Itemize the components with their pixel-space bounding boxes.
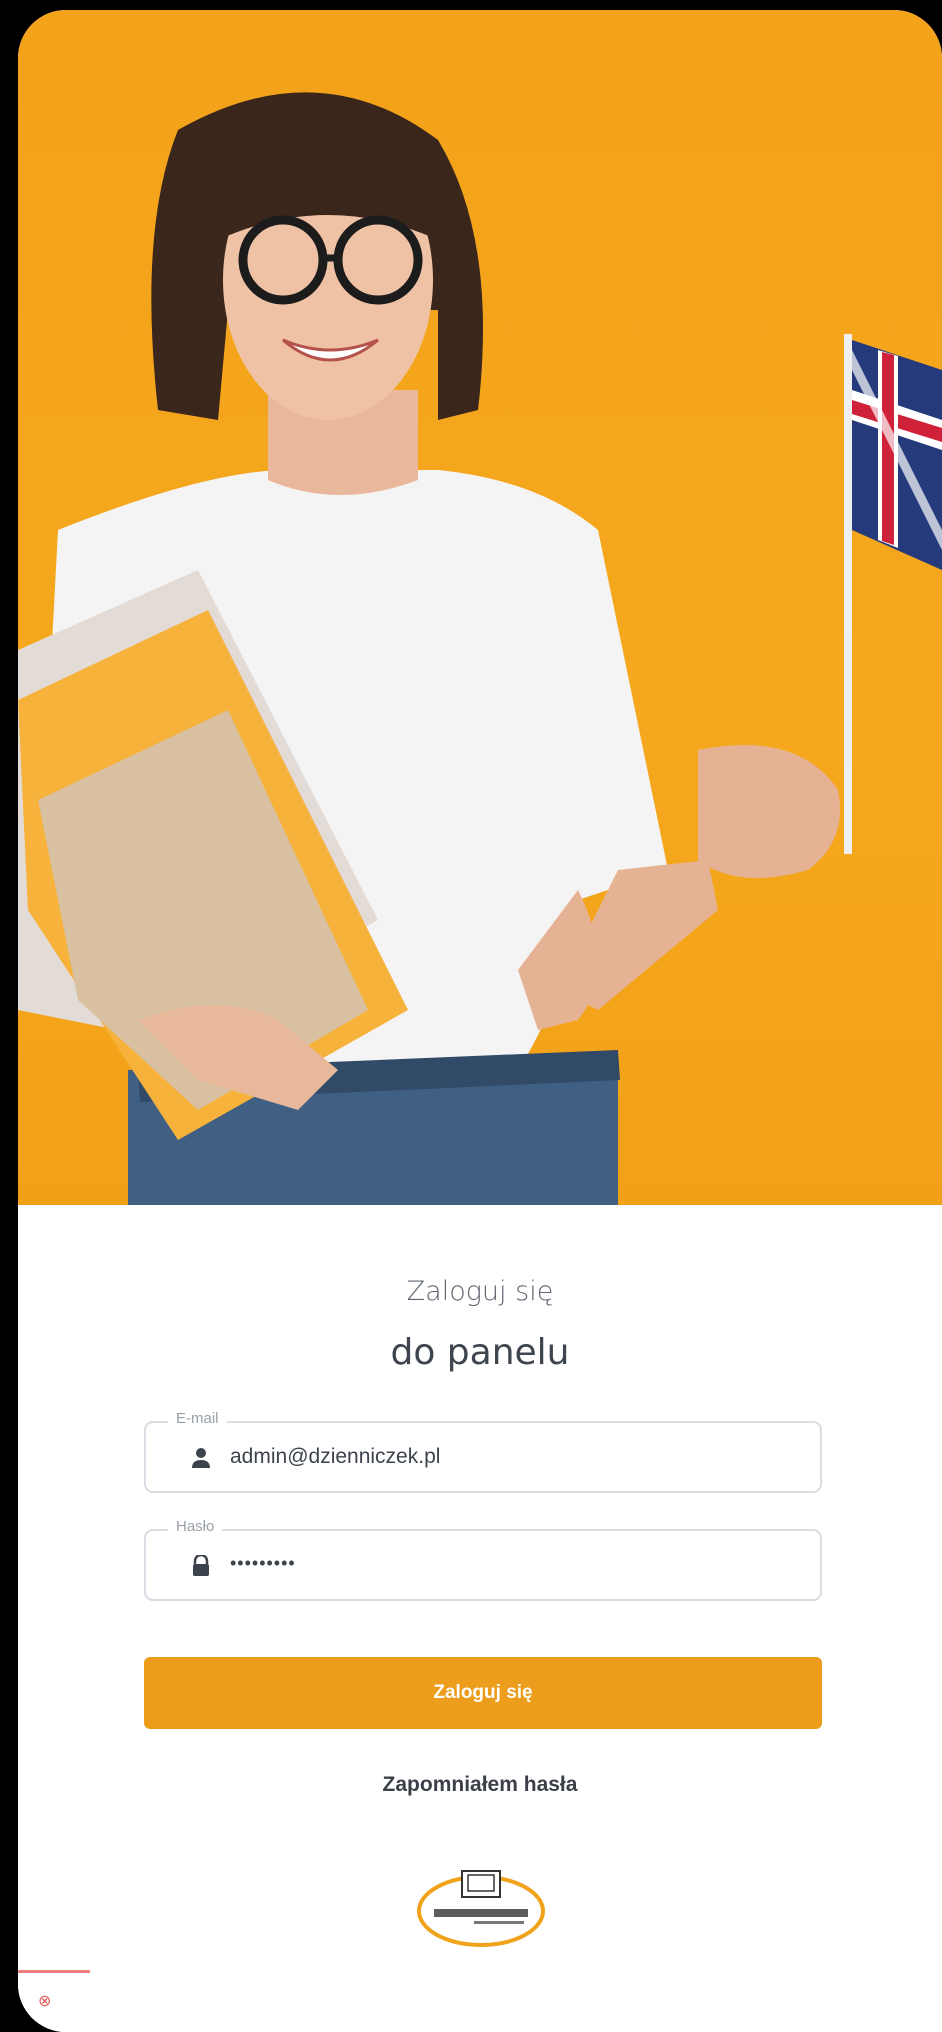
- email-field[interactable]: E-mail admin@dzienniczek.pl: [144, 1410, 822, 1493]
- lock-icon: [193, 1555, 209, 1576]
- login-title-light: Zaloguj się: [406, 1276, 554, 1307]
- user-icon: [192, 1448, 210, 1468]
- password-label: Hasło: [168, 1518, 223, 1535]
- forgot-password-link[interactable]: Zapomniałem hasła: [18, 1773, 942, 1797]
- corner-badge[interactable]: ⊗: [18, 1970, 90, 2032]
- email-value: admin@dzienniczek.pl: [230, 1445, 441, 1468]
- hero-image: [18, 10, 942, 1205]
- login-button[interactable]: Zaloguj się: [144, 1657, 822, 1729]
- uk-flag-illustration: [844, 334, 942, 854]
- close-circle-icon: ⊗: [38, 1993, 52, 2010]
- login-title-main: do panelu: [390, 1332, 570, 1373]
- login-form: Zaloguj się do panelu E-mail admin@dzien…: [18, 1205, 942, 2032]
- email-label: E-mail: [168, 1410, 227, 1427]
- school-logo: [417, 1870, 545, 1947]
- app-screen: Zaloguj się do panelu E-mail admin@dzien…: [18, 10, 942, 2032]
- password-field[interactable]: Hasło •••••••••: [144, 1518, 822, 1601]
- password-value: •••••••••: [230, 1553, 296, 1573]
